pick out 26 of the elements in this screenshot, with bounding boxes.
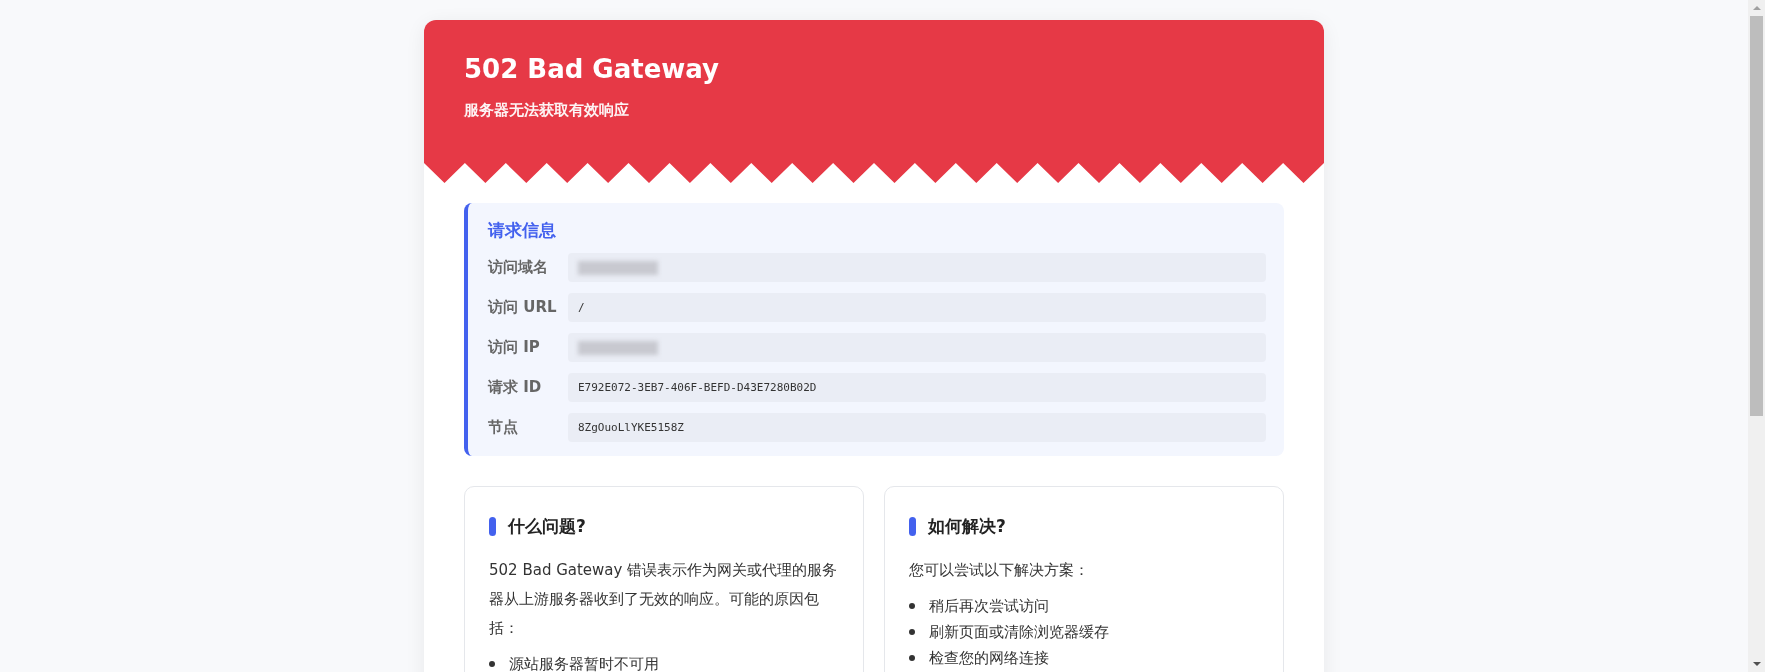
- error-title: 502 Bad Gateway: [464, 54, 720, 86]
- card-title: 如何解决?: [928, 515, 1006, 538]
- bullet-icon: [909, 629, 915, 635]
- value-field: E792E072-3EB7-406F-BEFD-D43E7280B02D: [568, 373, 1266, 402]
- accent-bar: [489, 517, 496, 536]
- card-text: 502 Bad Gateway 错误表示作为网关或代理的服务器从上游服务器收到了无效的响应。可能的原因包括：: [489, 560, 839, 639]
- value-field: /: [568, 293, 1266, 322]
- scrollbar[interactable]: [1748, 0, 1765, 672]
- card-title: 什么问题?: [508, 515, 586, 538]
- error-subtitle: 服务器无法获取有效响应: [464, 101, 630, 121]
- field-label: 访问 URL: [488, 298, 558, 317]
- accent-bar: [909, 517, 916, 536]
- bullet-icon: [909, 655, 915, 661]
- field-label: 请求 ID: [488, 378, 543, 397]
- section-title: 请求信息: [488, 219, 557, 242]
- value-field: 8ZgOuoLlYKE5158Z: [568, 413, 1266, 442]
- bullet-icon: [909, 603, 915, 609]
- list-item: 刷新页面或清除浏览器缓存: [929, 622, 1109, 643]
- list-item: 检查您的网络连接: [929, 648, 1049, 669]
- bullet-icon: [489, 661, 495, 667]
- field-label: 访问域名: [488, 258, 549, 277]
- field-label: 节点: [488, 418, 519, 437]
- list-item: 源站服务器暂时不可用: [509, 654, 659, 672]
- card-text: 您可以尝试以下解决方案：: [909, 560, 1090, 581]
- list-item: 稍后再次尝试访问: [929, 596, 1049, 617]
- field-label: 访问 IP: [488, 338, 541, 357]
